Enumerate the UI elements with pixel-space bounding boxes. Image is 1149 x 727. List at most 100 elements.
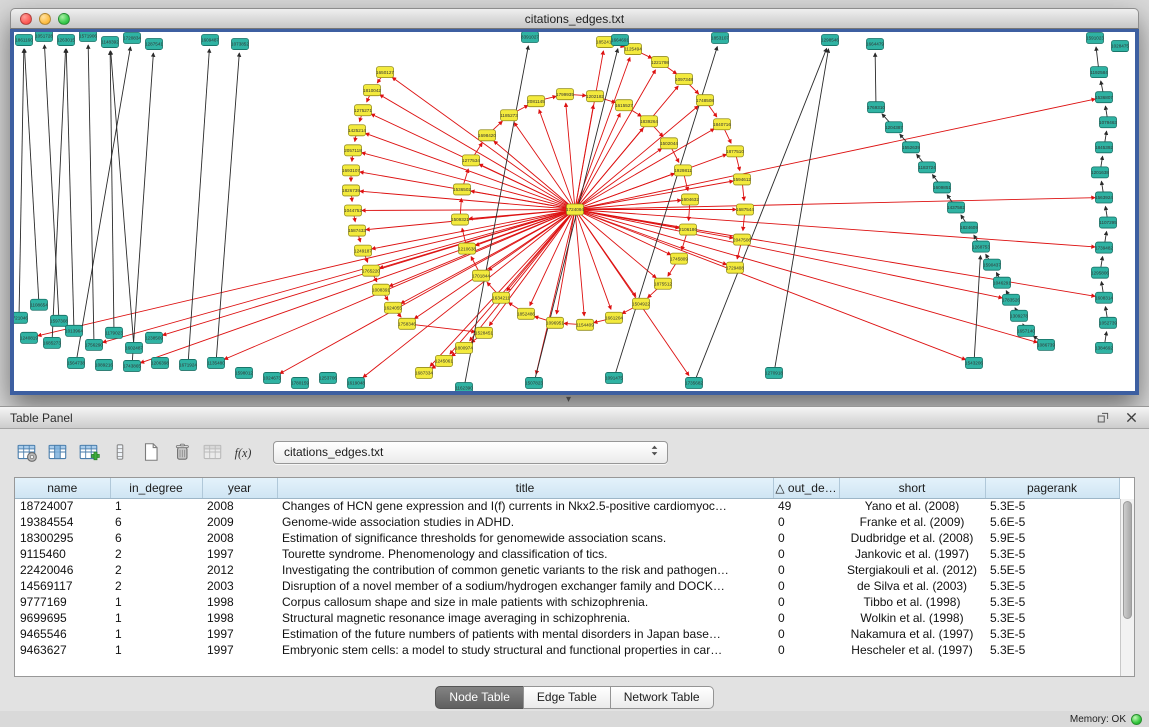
graph-node[interactable]: 1698420 [478, 130, 496, 141]
graph-node[interactable]: 8391027 [521, 32, 539, 43]
table-row[interactable]: 1938455462009Genome-wide association stu… [15, 514, 1119, 530]
table-cell[interactable]: 2008 [202, 498, 277, 514]
table-cell[interactable]: Wolkin et al. (1998) [839, 610, 985, 626]
graph-node[interactable]: 1564738 [67, 357, 85, 368]
graph-node[interactable]: 1598012 [235, 367, 253, 378]
table-cell[interactable]: 0 [773, 546, 839, 562]
graph-node[interactable]: 1108654 [30, 299, 48, 310]
tab-network-table[interactable]: Network Table [610, 686, 714, 709]
graph-edge[interactable] [575, 209, 671, 254]
graph-node[interactable]: 1238509 [145, 332, 163, 343]
table-cell[interactable]: Tourette syndrome. Phenomenology and cla… [277, 546, 773, 562]
graph-edge[interactable] [103, 209, 575, 342]
table-row[interactable]: 969969511998Structural magnetic resonanc… [15, 610, 1119, 626]
graph-node[interactable]: 1800974 [455, 342, 473, 353]
graph-node[interactable]: 1204387 [885, 122, 903, 133]
table-cell[interactable]: 5.3E-5 [985, 626, 1119, 642]
column-header-in_degree[interactable]: in_degree [110, 478, 202, 498]
table-cell[interactable]: 5.3E-5 [985, 578, 1119, 594]
graph-edge[interactable] [557, 209, 575, 313]
table-cell[interactable]: 1 [110, 498, 202, 514]
table-cell[interactable]: 0 [773, 530, 839, 546]
graph-node[interactable]: 1721046 [14, 312, 28, 323]
table-cell[interactable]: 18300295 [15, 530, 110, 546]
graph-node[interactable]: 1604632 [681, 194, 699, 205]
graph-node[interactable]: 1504922 [632, 298, 650, 309]
graph-node[interactable]: 1619048 [347, 377, 365, 388]
graph-node[interactable]: 1810042 [363, 85, 381, 96]
table-cell[interactable]: 5.3E-5 [985, 642, 1119, 658]
graph-node[interactable]: 1277534 [462, 155, 480, 166]
graph-node[interactable]: 1270918 [765, 367, 783, 378]
graph-node[interactable]: 1739482 [1095, 242, 1113, 253]
graph-edge[interactable] [19, 49, 24, 318]
graph-node[interactable]: 1253706 [319, 372, 337, 383]
graph-node[interactable]: 1096951 [546, 317, 564, 328]
table-cell[interactable]: Tibbo et al. (1998) [839, 594, 985, 610]
graph-node[interactable]: 1861160 [15, 35, 33, 46]
graph-node[interactable]: 1135480 [207, 357, 225, 368]
table-cell[interactable]: 1 [110, 610, 202, 626]
graph-node[interactable]: 1013964 [65, 325, 83, 336]
new-table-icon[interactable] [138, 439, 164, 465]
graph-edge[interactable] [575, 209, 1095, 246]
table-cell[interactable]: 0 [773, 642, 839, 658]
graph-node[interactable]: 1571906 [79, 32, 97, 42]
graph-edge[interactable] [392, 77, 575, 209]
graph-edge[interactable] [575, 209, 966, 359]
tab-node-table[interactable]: Node Table [435, 686, 524, 709]
graph-node[interactable]: 1799935 [556, 89, 574, 100]
panel-divider-handle[interactable]: ▾ [566, 395, 571, 405]
column-header-out_de[interactable]: △ out_de… [773, 478, 839, 498]
table-cell[interactable]: 1997 [202, 642, 277, 658]
table-cell[interactable]: 9465546 [15, 626, 110, 642]
table-cell[interactable]: 18724007 [15, 498, 110, 514]
graph-node[interactable]: 1051728 [35, 32, 53, 42]
graph-node[interactable]: 1107295 [1099, 217, 1117, 228]
table-cell[interactable]: 0 [773, 594, 839, 610]
column-header-pagerank[interactable]: pagerank [985, 478, 1119, 498]
close-panel-icon[interactable] [1123, 410, 1139, 426]
graph-node[interactable]: 1687334 [415, 367, 433, 378]
table-cell[interactable]: Jankovic et al. (1997) [839, 546, 985, 562]
graph-node[interactable]: 1602487 [125, 342, 143, 353]
graph-edge[interactable] [875, 53, 876, 107]
graph-edge[interactable] [132, 53, 153, 366]
table-cell[interactable]: 2008 [202, 530, 277, 546]
graph-node[interactable]: 1877510 [726, 146, 744, 157]
table-cell[interactable]: Changes of HCN gene expression and I(f) … [277, 498, 773, 514]
graph-edge[interactable] [44, 45, 59, 321]
table-cell[interactable]: Estimation of significance thresholds fo… [277, 530, 773, 546]
graph-node[interactable]: 1563924 [1095, 192, 1113, 203]
graph-node[interactable]: 1275271 [354, 105, 372, 116]
graph-node[interactable]: 1287541 [145, 39, 163, 50]
table-cell[interactable]: 1 [110, 626, 202, 642]
graph-node[interactable]: 1693107 [342, 165, 360, 176]
graph-node[interactable]: 1597308 [50, 315, 68, 326]
graph-node[interactable]: 1552639 [902, 142, 920, 153]
graph-node[interactable]: 1615527 [615, 100, 633, 111]
graph-node[interactable]: 1745809 [670, 253, 688, 264]
graph-node[interactable]: 1664691 [611, 35, 629, 46]
table-cell[interactable]: Genome-wide association studies in ADHD. [277, 514, 773, 530]
graph-node[interactable]: 1609851 [933, 182, 951, 193]
graph-node[interactable]: 1729408 [726, 262, 744, 273]
table-row[interactable]: 1830029562008Estimation of significance … [15, 530, 1119, 546]
table-row[interactable]: 911546021997Tourette syndrome. Phenomeno… [15, 546, 1119, 562]
graph-node[interactable]: 1840716 [713, 119, 731, 130]
close-button[interactable] [20, 13, 32, 25]
table-cell[interactable]: Hescheler et al. (1997) [839, 642, 985, 658]
graph-node[interactable]: 1206398 [151, 357, 169, 368]
table-cell[interactable]: 1 [110, 642, 202, 658]
graph-node[interactable]: 1826739 [342, 185, 360, 196]
table-cell[interactable]: Investigating the contribution of common… [277, 562, 773, 578]
minimize-button[interactable] [39, 13, 51, 25]
table-cell[interactable]: 19384554 [15, 514, 110, 530]
graph-node[interactable]: 1210638 [458, 243, 476, 254]
add-column-icon[interactable] [76, 439, 102, 465]
table-cell[interactable]: 2 [110, 562, 202, 578]
zoom-button[interactable] [58, 13, 70, 25]
graph-node[interactable]: 1536807 [1095, 92, 1113, 103]
column-header-title[interactable]: title [277, 478, 773, 498]
graph-node[interactable]: 1295806 [1091, 267, 1109, 278]
